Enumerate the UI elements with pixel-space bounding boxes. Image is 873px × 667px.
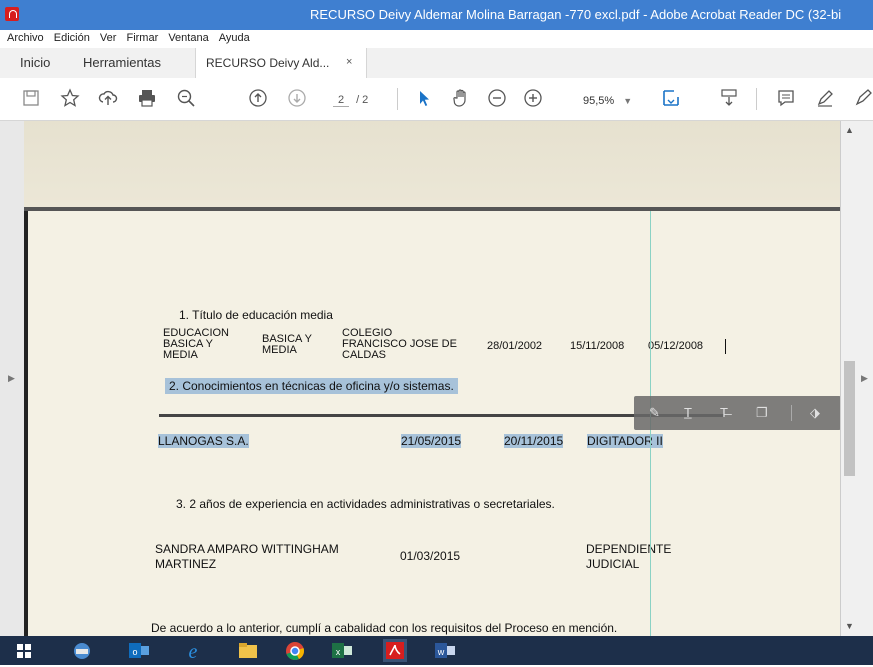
tab-close-button[interactable]: × (346, 56, 352, 68)
job-start-date[interactable]: 21/05/2015 (401, 434, 462, 448)
item2-title[interactable]: 2. Conocimientos en técnicas de oficina … (165, 378, 458, 394)
zoom-out-icon[interactable] (486, 88, 508, 110)
internet-explorer-icon[interactable]: e (181, 639, 205, 663)
previous-page-icon[interactable] (247, 88, 269, 110)
text-cursor (725, 339, 726, 354)
person-role-line-1: DEPENDIENTE (586, 542, 672, 556)
zoom-value: 95,5% (583, 95, 615, 107)
person-date: 01/03/2015 (400, 549, 461, 563)
toolbar-separator (397, 88, 398, 110)
select-cursor-icon[interactable] (413, 88, 435, 110)
page-fit-icon[interactable] (660, 88, 682, 110)
save-icon[interactable] (20, 88, 42, 110)
text-markup-toolbar: ✎ T̲ T̶ ❐ ⬗ (634, 396, 841, 430)
document-viewer: ▶ 1. Título de educación media EDUCACION… (0, 121, 873, 636)
level-line-2: MEDIA (262, 344, 297, 356)
windows-taskbar: o e x w (0, 636, 873, 665)
school-line-3: CALDAS (342, 349, 387, 361)
tab-document-label: RECURSO Deivy Ald... (206, 56, 330, 70)
page-indicator: 2 / 2 (333, 94, 368, 107)
job-role[interactable]: DIGITADOR II (587, 434, 663, 448)
highlight-icon[interactable]: ✎ (649, 405, 660, 421)
page-total: / 2 (356, 94, 369, 106)
edu-type-line-3: MEDIA (163, 349, 198, 361)
menu-ventana[interactable]: Ventana (168, 32, 208, 44)
next-page-icon[interactable] (286, 88, 308, 110)
tab-home[interactable]: Inicio (20, 55, 50, 70)
zoom-in-icon[interactable] (522, 88, 544, 110)
file-explorer-icon[interactable] (236, 639, 260, 662)
scroll-thumb[interactable] (844, 361, 855, 476)
chrome-icon[interactable] (283, 639, 307, 662)
footer-paragraph: De acuerdo a lo anterior, cumplí a cabal… (151, 621, 618, 635)
menu-ver[interactable]: Ver (100, 32, 117, 44)
outlook-icon[interactable]: o (127, 639, 151, 662)
left-panel-toggle[interactable]: ▶ (0, 121, 25, 636)
zoom-dropdown[interactable]: 95,5% ▼ (583, 95, 632, 107)
highlight-pen-icon[interactable] (814, 88, 836, 110)
zoom-search-icon[interactable] (175, 88, 197, 110)
svg-text:w: w (437, 647, 445, 657)
copy-icon[interactable]: ❐ (756, 405, 768, 421)
title-bar: RECURSO Deivy Aldemar Molina Barragan -7… (0, 0, 873, 30)
person-name-line-2: MARTINEZ (155, 557, 217, 571)
tab-bar: Inicio Herramientas RECURSO Deivy Ald...… (0, 48, 873, 79)
date-2: 15/11/2008 (570, 340, 625, 352)
underline-text-icon[interactable]: T̲ (684, 405, 692, 420)
acrobat-icon (5, 7, 19, 21)
tab-tools[interactable]: Herramientas (83, 55, 161, 70)
person-name-line-1: SANDRA AMPARO WITTINGHAM (155, 542, 339, 556)
excel-icon[interactable]: x (330, 639, 354, 662)
person-role-line-2: JUDICIAL (586, 557, 640, 571)
network-app-icon[interactable] (70, 639, 94, 662)
word-icon[interactable]: w (433, 639, 457, 662)
expand-left-icon: ▶ (8, 373, 15, 383)
toolbar (0, 78, 873, 121)
scroll-up-icon[interactable]: ▲ (845, 125, 854, 135)
tag-icon[interactable]: ⬗ (810, 405, 820, 421)
svg-text:o: o (132, 647, 137, 657)
svg-text:e: e (189, 641, 198, 662)
item1-title: 1. Título de educación media (179, 308, 333, 322)
comment-icon[interactable] (775, 88, 797, 110)
date-3: 05/12/2008 (648, 340, 704, 352)
menu-firmar[interactable]: Firmar (126, 32, 158, 44)
expand-right-icon: ▶ (861, 373, 868, 383)
windows-start-icon[interactable] (12, 639, 36, 662)
svg-text:x: x (336, 647, 341, 657)
draw-icon[interactable] (852, 88, 873, 110)
menu-ayuda[interactable]: Ayuda (219, 32, 250, 44)
acrobat-taskbar-icon[interactable] (383, 639, 407, 662)
scroll-down-icon[interactable]: ▼ (845, 621, 854, 631)
toolbar-separator-2 (756, 88, 757, 110)
hand-tool-icon[interactable] (450, 88, 472, 110)
chevron-down-icon: ▼ (623, 96, 633, 106)
menu-edicion[interactable]: Edición (54, 32, 90, 44)
date-1: 28/01/2002 (487, 340, 543, 352)
pdf-page: 1. Título de educación media EDUCACION B… (24, 121, 840, 636)
menu-archivo[interactable]: Archivo (7, 32, 44, 44)
page-number-input[interactable]: 2 (333, 94, 349, 107)
print-icon[interactable] (136, 88, 158, 110)
vertical-scrollbar[interactable]: ▲ ▼ (842, 121, 856, 636)
scroll-mode-icon[interactable] (718, 88, 740, 110)
window-title: RECURSO Deivy Aldemar Molina Barragan -7… (310, 7, 842, 22)
menu-bar: Archivo Edición Ver Firmar Ventana Ayuda (0, 30, 873, 48)
upload-cloud-icon[interactable] (97, 88, 119, 110)
company-name[interactable]: LLANOGAS S.A. (158, 434, 249, 448)
job-end-date[interactable]: 20/11/2015 (504, 434, 564, 448)
tab-document[interactable]: RECURSO Deivy Ald... × (195, 48, 367, 78)
star-icon[interactable] (59, 88, 81, 110)
item3-title: 3. 2 años de experiencia en actividades … (176, 497, 555, 511)
strikethrough-text-icon[interactable]: T̶ (720, 405, 728, 420)
